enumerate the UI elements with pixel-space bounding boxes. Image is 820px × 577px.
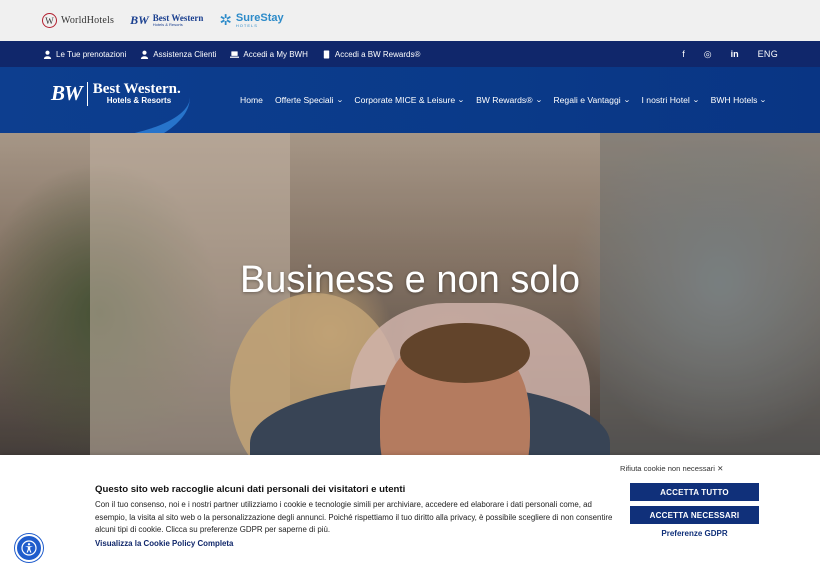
nav-item-label: I nostri Hotel [641,95,690,105]
nav-item-nostri-hotel[interactable]: I nostri Hotel ⌄ [641,95,700,105]
person-icon [43,50,52,59]
nav-item-label: BWH Hotels [710,95,758,105]
my-bwh-label: Accedi a My BWH [243,49,308,59]
nav-item-label: Corporate MICE & Leisure [354,95,456,105]
surestay-star-icon: ✲ [219,12,232,29]
facebook-icon[interactable]: f [682,49,685,59]
main-nav: Home Offerte Speciali ⌄ Corporate MICE &… [240,67,768,133]
nav-item-offerte-speciali[interactable]: Offerte Speciali ⌄ [274,95,344,105]
surestay-sub: HOTELS [235,23,258,28]
nav-item-label: Offerte Speciali [274,95,334,105]
card-icon [323,49,330,59]
chevron-down-icon: ⌄ [335,97,344,104]
gdpr-preferences-link[interactable]: Preferenze GDPR [630,529,759,538]
my-bwh-link[interactable]: Accedi a My BWH [230,49,308,59]
logo-mark: BW [51,81,83,105]
hero-banner: Business e non solo [0,133,820,455]
nav-item-home[interactable]: Home [240,95,263,105]
person-icon [141,50,149,59]
hero-title: Business e non solo [239,259,581,301]
nav-item-bw-rewards[interactable]: BW Rewards® ⌄ [476,95,543,105]
bw-rewards-login-link[interactable]: Accedi a BW Rewards® [322,50,420,59]
chevron-down-icon: ⌄ [457,97,465,104]
accept-necessary-button[interactable]: ACCETTA NECESSARI [630,506,759,524]
cookie-title: Questo sito web raccoglie alcuni dati pe… [95,484,406,495]
bestwestern-sub: Hotels & Resorts [152,22,183,27]
main-header: BW Best Western. Hotels & Resorts Home O… [0,67,820,133]
accessibility-icon [21,540,37,556]
logo-divider [86,81,88,106]
chevron-down-icon: ⌄ [534,97,543,104]
laptop-icon [230,50,240,58]
worldhotels-label: WorldHotels [61,15,115,26]
nav-item-corporate-mice[interactable]: Corporate MICE & Leisure ⌄ [354,95,465,105]
logo-sub: Hotels & Resorts [106,96,172,105]
bestwestern-logo[interactable]: BW Best Western. Hotels & Resorts [51,81,181,106]
cookie-text: Con il tuo consenso, noi e i nostri part… [95,500,613,535]
customer-support-label: Assistenza Clienti [153,49,217,59]
logo-name: Best Western. [92,81,181,97]
accept-all-button[interactable]: ACCETTA TUTTO [630,483,759,501]
worldhotels-mark: W [42,13,57,28]
chevron-down-icon: ⌄ [691,97,700,104]
instagram-icon[interactable]: ◎ [704,49,712,60]
language-switch[interactable]: ENG [758,49,778,59]
nav-item-label: Regali e Vantaggi [553,95,621,105]
accessibility-button[interactable] [15,534,43,562]
top-utility-bar: Le Tue prenotazioni Assistenza Clienti A… [0,41,820,67]
cookie-banner: Rifiuta cookie non necessari ✕ Questo si… [0,455,820,577]
nav-item-regali-vantaggi[interactable]: Regali e Vantaggi ⌄ [553,95,631,105]
nav-item-label: BW Rewards® [476,95,533,105]
bestwestern-mark: BW [130,13,149,27]
worldhotels-logo[interactable]: W WorldHotels [42,13,114,28]
reject-cookies-link[interactable]: Rifiuta cookie non necessari ✕ [620,464,723,473]
customer-support-link[interactable]: Assistenza Clienti [140,50,216,59]
nav-item-label: Home [240,95,263,105]
linkedin-icon[interactable]: in [731,49,739,59]
my-bookings-label: Le Tue prenotazioni [56,49,127,59]
cookie-policy-link[interactable]: Visualizza la Cookie Policy Completa [95,539,233,548]
bw-rewards-login-label: Accedi a BW Rewards® [334,49,421,59]
my-bookings-link[interactable]: Le Tue prenotazioni [43,50,126,59]
brand-bar: W WorldHotels BW Best Western Hotels & R… [0,0,820,41]
chevron-down-icon: ⌄ [759,97,768,104]
social-links: f ◎ in ENG [682,41,778,67]
nav-item-bwh-hotels[interactable]: BWH Hotels ⌄ [710,95,768,105]
bestwestern-brand-logo[interactable]: BW Best Western Hotels & Resorts [130,13,203,28]
chevron-down-icon: ⌄ [622,97,631,104]
surestay-logo[interactable]: ✲ SureStay HOTELS [219,12,283,29]
